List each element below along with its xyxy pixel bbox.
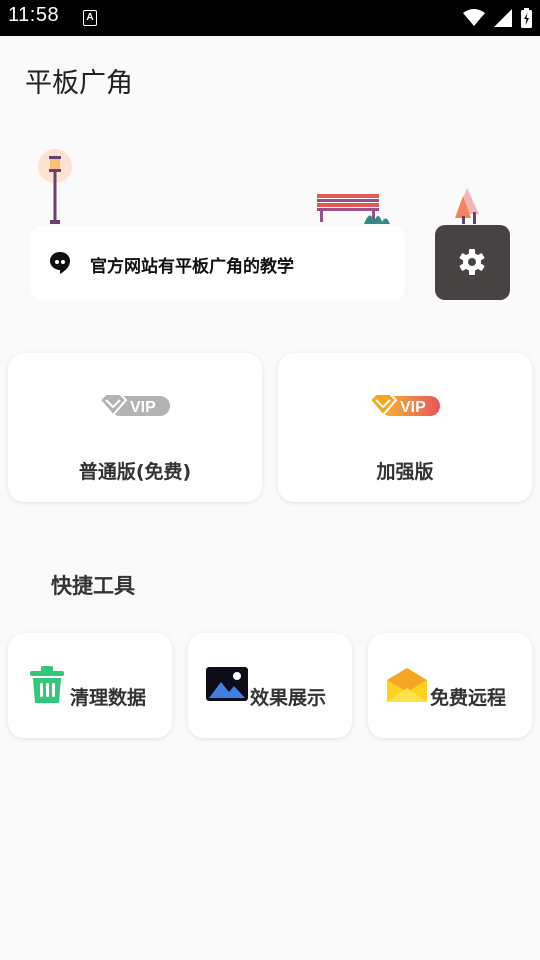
vip-badge-gray: VIP — [98, 393, 170, 417]
status-time: 11:58 — [8, 4, 60, 26]
notification-a-icon: A — [83, 10, 97, 26]
status-bar: 11:58 A — [0, 0, 540, 36]
vip-badge-text: VIP — [130, 399, 156, 416]
vip-badge-text: VIP — [400, 399, 426, 416]
bench-illustration — [317, 194, 390, 224]
wifi-icon — [462, 8, 485, 26]
image-icon — [206, 667, 248, 701]
app-title: 平板广角 — [25, 68, 133, 99]
tools-section-title: 快捷工具 — [51, 574, 135, 598]
clear-data-label: 清理数据 — [70, 687, 147, 709]
signal-icon — [493, 8, 512, 27]
quote-icon — [50, 252, 70, 274]
plus-version-card[interactable]: VIP 加强版 — [278, 353, 532, 502]
status-icons — [459, 7, 532, 29]
free-remote-button[interactable]: 免费远程 — [368, 633, 532, 738]
effect-demo-button[interactable]: 效果展示 — [188, 633, 352, 738]
settings-button[interactable] — [435, 225, 510, 300]
vip-badge-gold: VIP — [368, 393, 440, 417]
plus-version-label: 加强版 — [376, 461, 434, 483]
free-remote-label: 免费远程 — [430, 687, 507, 709]
notice-text: 官方网站有平板广角的教学 — [90, 257, 294, 277]
clear-data-button[interactable]: 清理数据 — [8, 633, 172, 738]
free-version-card[interactable]: VIP 普通版(免费) — [8, 353, 262, 502]
trash-icon — [30, 666, 64, 703]
tree-illustration — [455, 188, 479, 224]
mail-icon — [387, 668, 427, 702]
battery-icon — [521, 7, 532, 28]
effect-demo-label: 效果展示 — [250, 687, 327, 709]
free-version-label: 普通版(免费) — [78, 461, 192, 483]
gear-icon — [459, 249, 485, 275]
notice-card[interactable]: 官方网站有平板广角的教学 — [30, 226, 405, 300]
street-lamp-illustration — [38, 149, 72, 224]
